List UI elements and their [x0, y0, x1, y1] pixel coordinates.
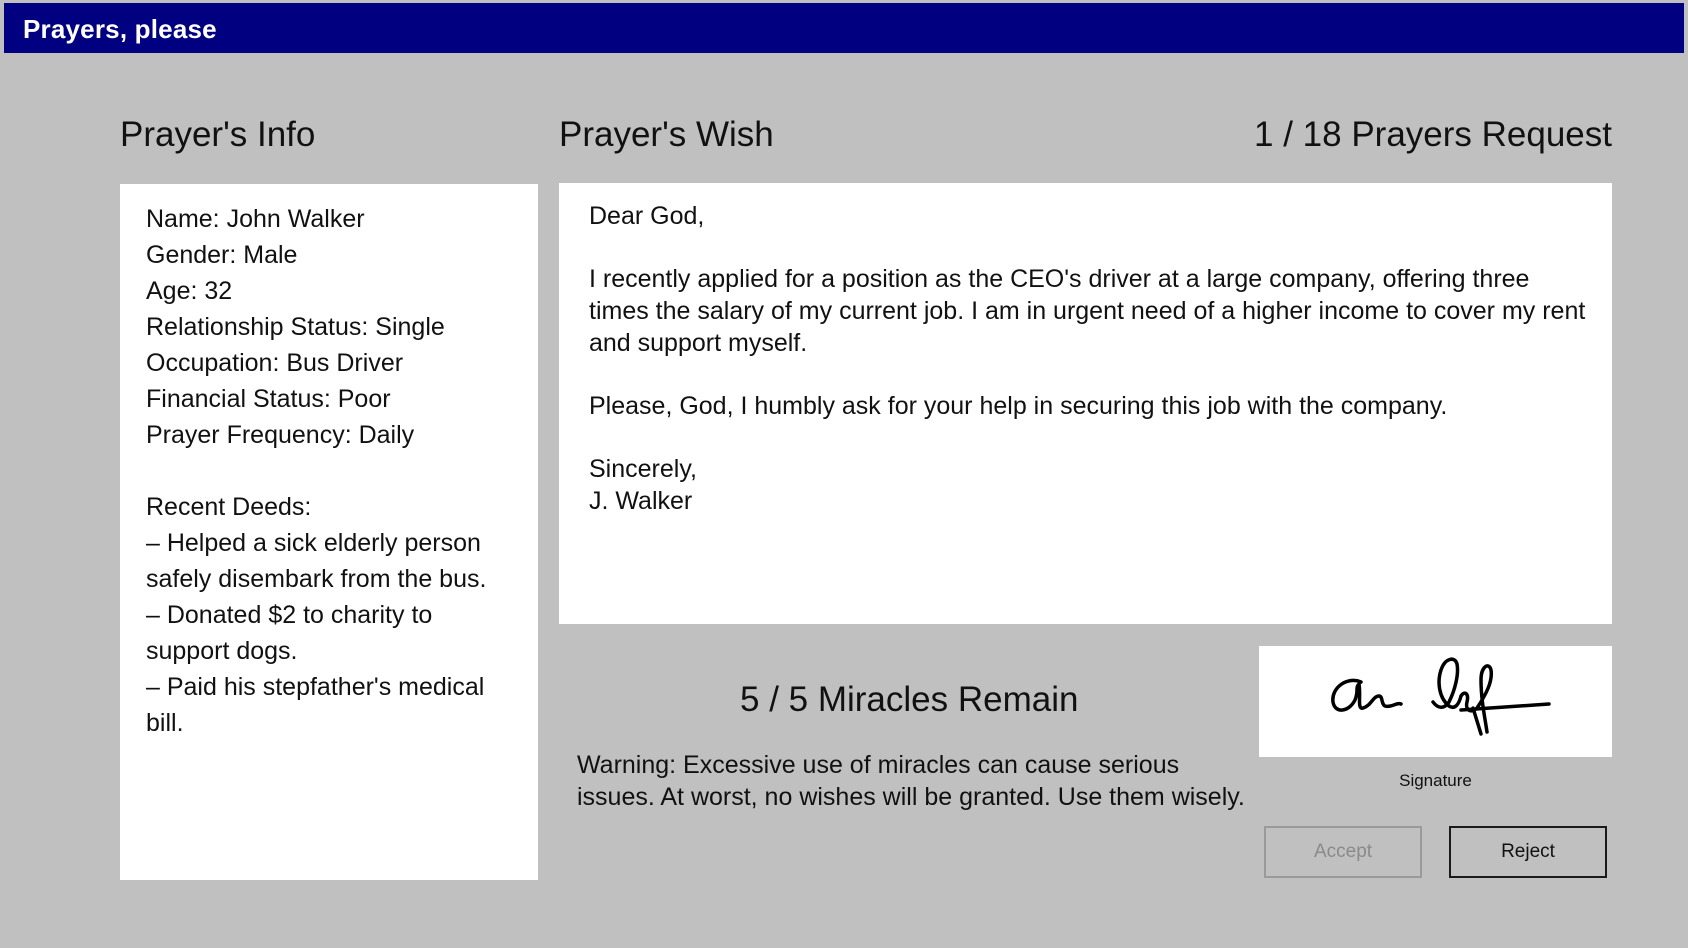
info-occupation: Occupation: Bus Driver: [146, 349, 404, 377]
info-name: Name: John Walker: [146, 205, 365, 233]
letter-closing: Sincerely, J. Walker: [589, 453, 1589, 517]
letter-paragraph: I recently applied for a position as the…: [589, 265, 1586, 357]
deed-line: safely disembark from the bus.: [146, 565, 487, 593]
prayer-wish-heading: Prayer's Wish: [559, 115, 774, 154]
window-title: Prayers, please: [23, 14, 217, 44]
letter-sender: J. Walker: [589, 487, 693, 515]
prayer-wish-panel: Dear God, I recently applied for a posit…: [559, 183, 1612, 624]
recent-deeds-heading: Recent Deeds:: [146, 493, 312, 521]
info-relationship: Relationship Status: Single: [146, 313, 445, 341]
deed-line: – Helped a sick elderly person: [146, 529, 481, 557]
deed-line: – Paid his stepfather's medical: [146, 673, 485, 701]
letter-sincerely: Sincerely,: [589, 455, 697, 483]
letter-greeting: Dear God,: [589, 202, 705, 230]
info-gender: Gender: Male: [146, 241, 298, 269]
signature-image: [1259, 646, 1612, 757]
letter-paragraph: Please, God, I humbly ask for your help …: [589, 392, 1448, 420]
accept-button[interactable]: Accept: [1264, 826, 1422, 878]
miracles-remaining: 5 / 5 Miracles Remain: [740, 680, 1079, 719]
prayer-info-heading: Prayer's Info: [120, 115, 316, 154]
prayer-info-panel: Name: John Walker Gender: Male Age: 32 R…: [120, 184, 538, 880]
title-bar[interactable]: Prayers, please: [4, 3, 1684, 53]
deed-line: bill.: [146, 709, 184, 737]
handwritten-signature: [1331, 657, 1551, 736]
reject-button[interactable]: Reject: [1449, 826, 1607, 878]
signature-label: Signature: [1399, 771, 1472, 790]
prayer-info-body: Name: John Walker Gender: Male Age: 32 R…: [146, 201, 486, 741]
info-age: Age: 32: [146, 277, 233, 305]
deed-line: – Donated $2 to charity to: [146, 601, 433, 629]
miracles-warning: Warning: Excessive use of miracles can c…: [577, 751, 1245, 811]
deed-line: support dogs.: [146, 637, 298, 665]
letter-body: Dear God, I recently applied for a posit…: [589, 200, 1589, 517]
info-frequency: Prayer Frequency: Daily: [146, 421, 415, 449]
request-counter: 1 / 18 Prayers Request: [1254, 115, 1612, 154]
prayers-window: Prayers, please Prayer's Info Prayer's W…: [0, 0, 1688, 948]
info-financial: Financial Status: Poor: [146, 385, 391, 413]
